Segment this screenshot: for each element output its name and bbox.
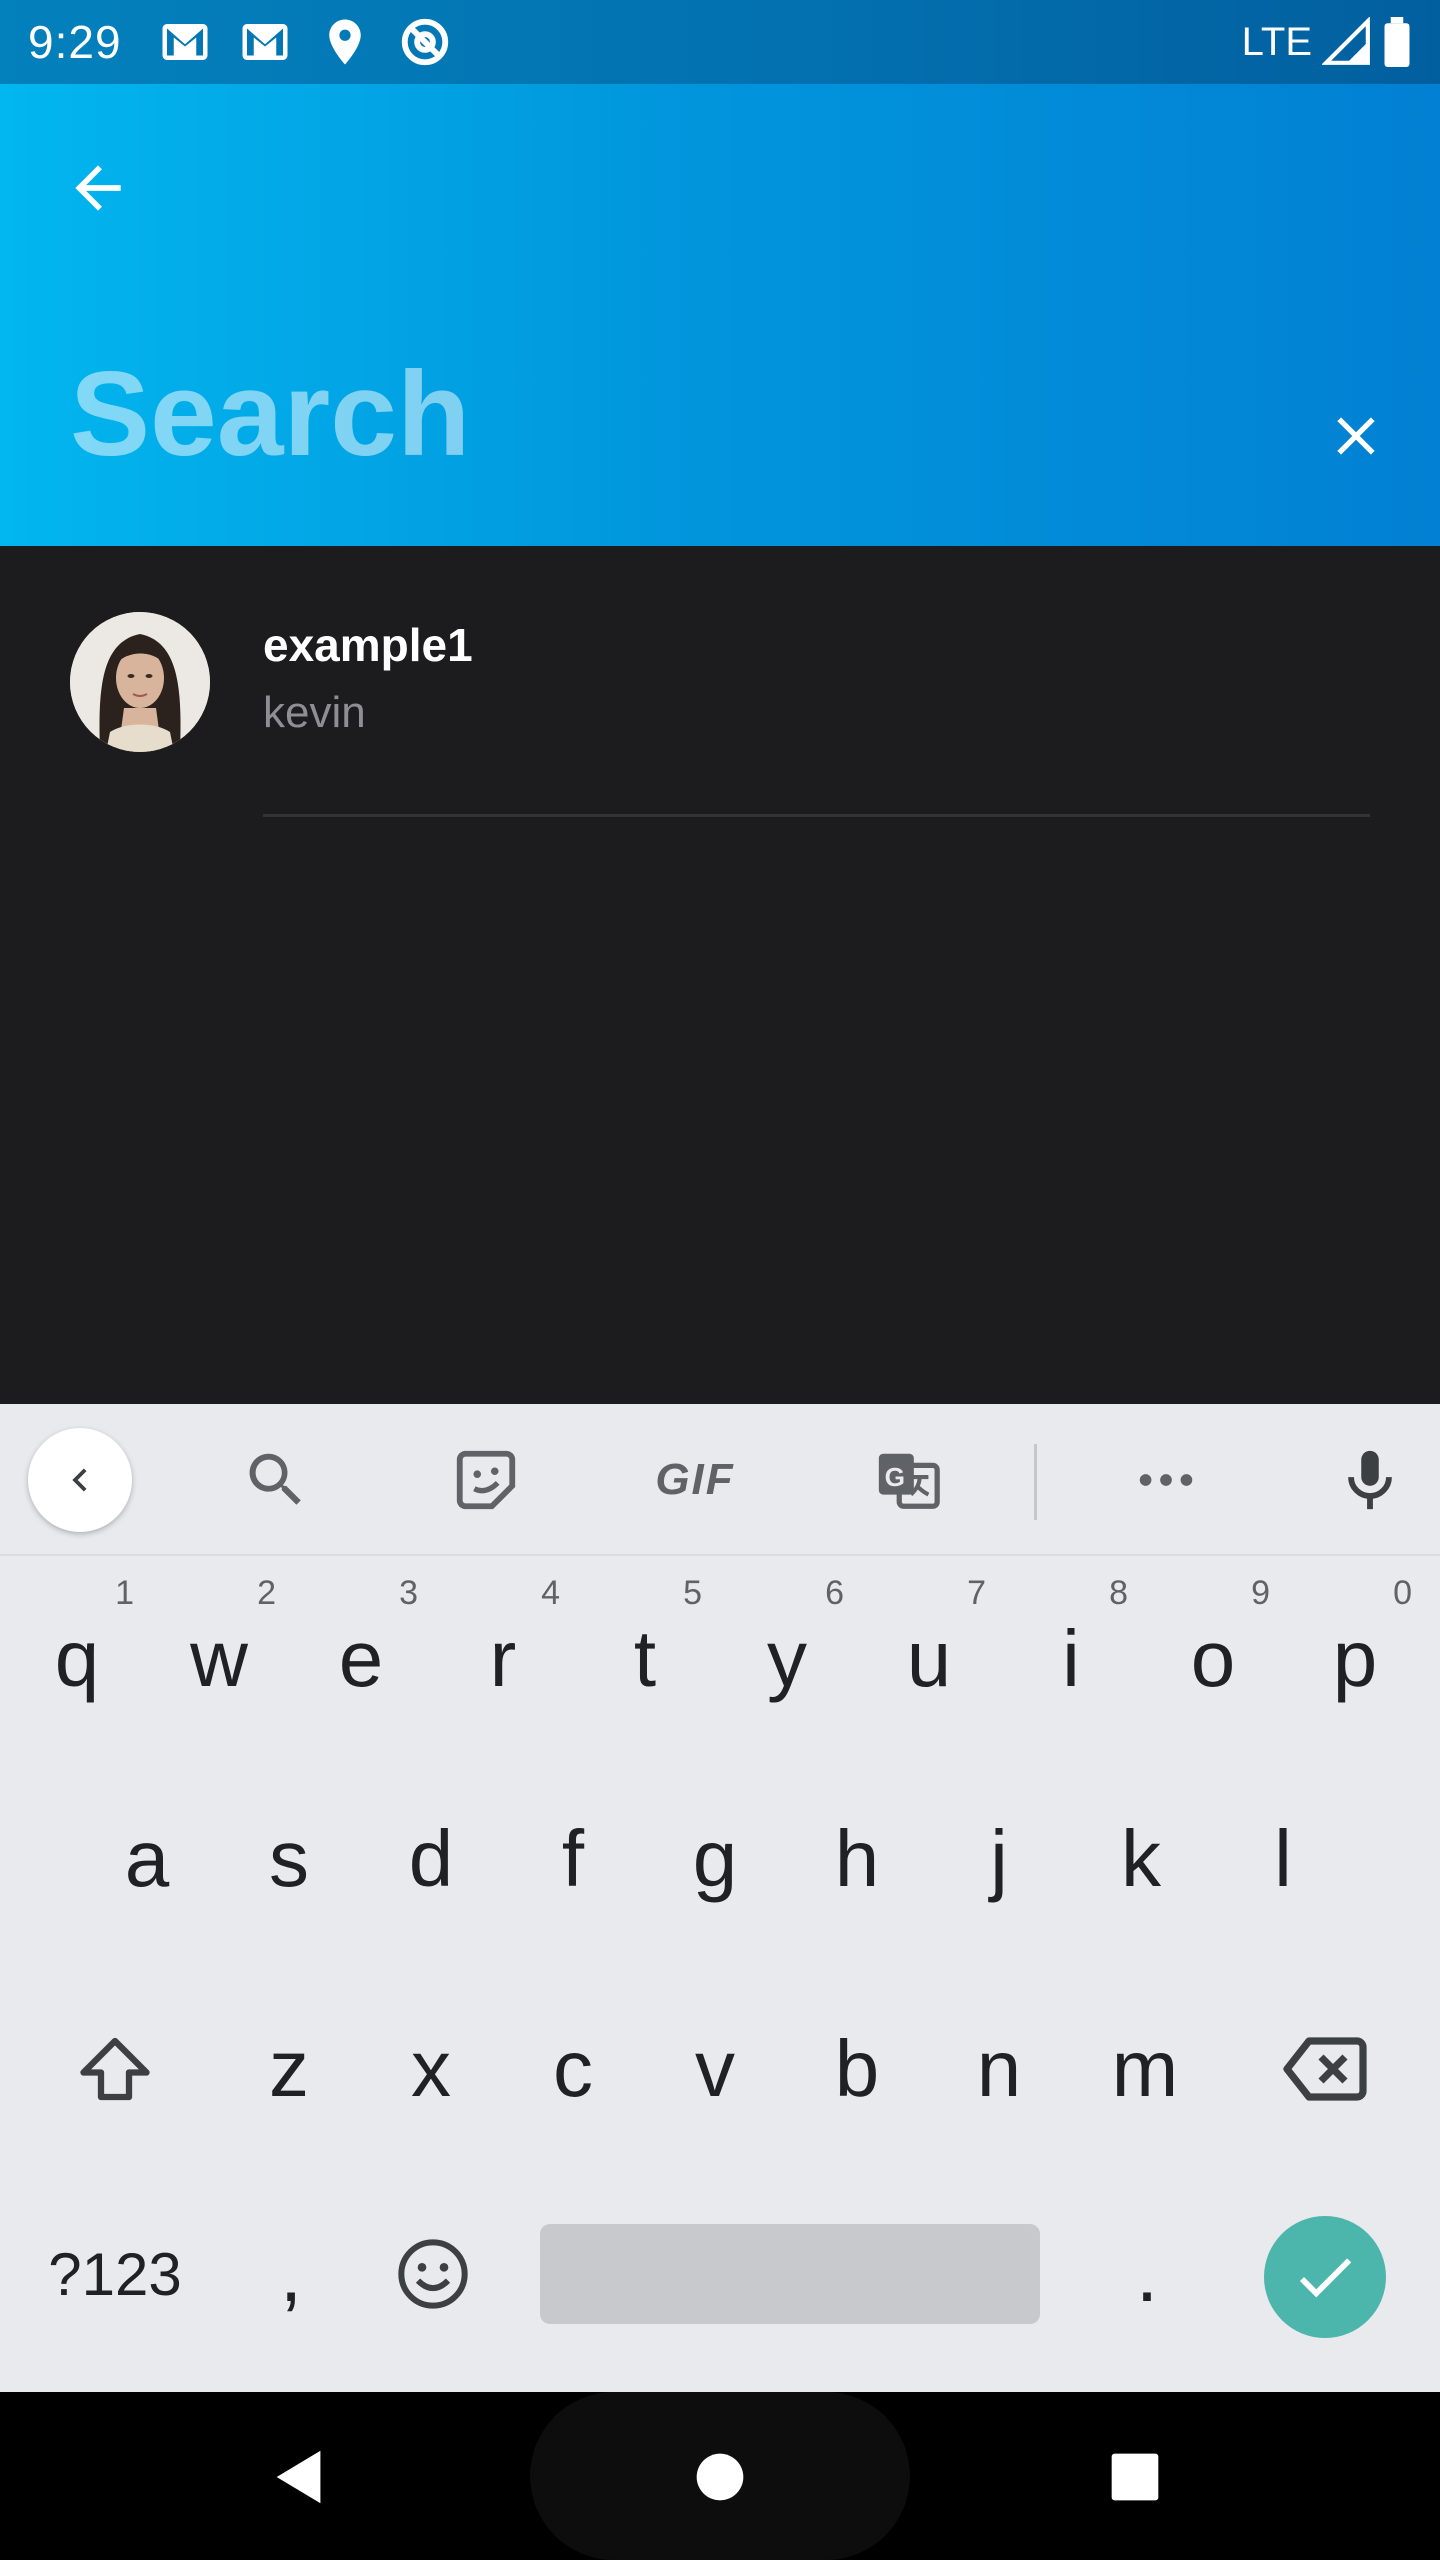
status-time: 9:29 bbox=[28, 16, 122, 68]
symbols-key[interactable]: ?123 bbox=[20, 2184, 210, 2364]
nav-home-button[interactable] bbox=[675, 2432, 765, 2522]
close-icon bbox=[1337, 417, 1375, 455]
result-name: example1 bbox=[263, 619, 473, 671]
gif-icon: GIF bbox=[655, 1455, 735, 1504]
key-g[interactable]: g bbox=[644, 1764, 786, 1954]
backspace-icon bbox=[1283, 2037, 1367, 2101]
emoji-icon bbox=[398, 2239, 468, 2309]
notification-icons bbox=[158, 15, 452, 69]
key-k[interactable]: k bbox=[1070, 1764, 1212, 1954]
key-n[interactable]: n bbox=[928, 1974, 1070, 2164]
recents-square-icon bbox=[1111, 2453, 1159, 2501]
key-q[interactable]: q1 bbox=[6, 1564, 148, 1754]
key-s[interactable]: s bbox=[218, 1764, 360, 1954]
keyboard-collapse-button[interactable] bbox=[28, 1428, 132, 1532]
more-icon bbox=[1139, 1474, 1193, 1486]
checkmark-icon bbox=[1299, 2258, 1352, 2298]
key-x[interactable]: x bbox=[360, 1974, 502, 2164]
search-input[interactable] bbox=[70, 344, 1250, 484]
key-p[interactable]: p0 bbox=[1284, 1564, 1426, 1754]
keyboard-search-button[interactable] bbox=[236, 1440, 316, 1520]
key-j[interactable]: j bbox=[928, 1764, 1070, 1954]
svg-text:G: G bbox=[885, 1462, 905, 1492]
search-icon bbox=[249, 1453, 301, 1505]
status-right: LTE bbox=[1242, 17, 1412, 67]
location-icon bbox=[328, 19, 361, 65]
nav-recents-button[interactable] bbox=[1090, 2432, 1180, 2522]
key-y[interactable]: y6 bbox=[716, 1564, 858, 1754]
network-label: LTE bbox=[1241, 19, 1312, 64]
space-key[interactable] bbox=[540, 2224, 1040, 2324]
search-app-bar bbox=[0, 84, 1440, 546]
key-c[interactable]: c bbox=[502, 1974, 644, 2164]
keyboard-toolbar: GIF G bbox=[0, 1404, 1440, 1556]
toolbar-separator bbox=[1034, 1444, 1037, 1520]
translate-icon: G bbox=[878, 1453, 940, 1509]
shift-icon bbox=[80, 2037, 150, 2101]
avatar-photo bbox=[70, 612, 210, 752]
back-triangle-icon bbox=[276, 2450, 321, 2504]
key-l[interactable]: l bbox=[1212, 1764, 1354, 1954]
arrow-left-icon bbox=[75, 165, 121, 211]
key-z[interactable]: z bbox=[218, 1974, 360, 2164]
signal-icon bbox=[1322, 17, 1370, 65]
mic-icon bbox=[1348, 1450, 1392, 1510]
key-a[interactable]: a bbox=[76, 1764, 218, 1954]
clear-search-button[interactable] bbox=[1310, 390, 1402, 482]
key-v[interactable]: v bbox=[644, 1974, 786, 2164]
key-m[interactable]: m bbox=[1070, 1974, 1220, 2164]
sticker-icon bbox=[456, 1450, 516, 1510]
comma-key[interactable]: , bbox=[220, 2184, 362, 2364]
search-results: example1 kevin bbox=[0, 546, 1440, 1404]
period-key[interactable]: . bbox=[1076, 2184, 1218, 2364]
translate-button[interactable]: G bbox=[868, 1440, 948, 1520]
at-sign-icon bbox=[401, 18, 448, 66]
chevron-left-icon bbox=[72, 1468, 87, 1492]
avatar bbox=[70, 612, 210, 752]
status-bar: 9:29 LTE bbox=[0, 0, 1440, 84]
sticker-button[interactable] bbox=[446, 1440, 526, 1520]
key-h[interactable]: h bbox=[786, 1764, 928, 1954]
home-circle-icon bbox=[696, 2453, 744, 2501]
shift-key[interactable] bbox=[40, 1974, 190, 2164]
gmail-icon bbox=[242, 24, 288, 60]
voice-input-button[interactable] bbox=[1330, 1440, 1410, 1520]
key-d[interactable]: d bbox=[360, 1764, 502, 1954]
backspace-key[interactable] bbox=[1250, 1974, 1400, 2164]
key-w[interactable]: w2 bbox=[148, 1564, 290, 1754]
emoji-key[interactable] bbox=[362, 2184, 504, 2364]
key-t[interactable]: t5 bbox=[574, 1564, 716, 1754]
key-b[interactable]: b bbox=[786, 1974, 928, 2164]
list-item[interactable]: example1 kevin bbox=[0, 546, 1440, 817]
result-username: kevin bbox=[263, 688, 366, 737]
key-f[interactable]: f bbox=[502, 1764, 644, 1954]
soft-keyboard: GIF G q1 w2 e3 r4 t5 y6 u7 i8 o9 p0 a s … bbox=[0, 1404, 1440, 2392]
nav-back-button[interactable] bbox=[255, 2432, 345, 2522]
gmail-icon bbox=[162, 24, 208, 60]
key-r[interactable]: r4 bbox=[432, 1564, 574, 1754]
key-e[interactable]: e3 bbox=[290, 1564, 432, 1754]
divider bbox=[263, 814, 1370, 817]
back-button[interactable] bbox=[52, 142, 144, 234]
key-i[interactable]: i8 bbox=[1000, 1564, 1142, 1754]
battery-icon bbox=[1384, 17, 1410, 67]
key-u[interactable]: u7 bbox=[858, 1564, 1000, 1754]
enter-key[interactable] bbox=[1264, 2216, 1386, 2338]
more-button[interactable] bbox=[1126, 1440, 1206, 1520]
gif-button[interactable]: GIF bbox=[650, 1440, 740, 1520]
key-o[interactable]: o9 bbox=[1142, 1564, 1284, 1754]
system-nav-bar bbox=[0, 2392, 1440, 2560]
